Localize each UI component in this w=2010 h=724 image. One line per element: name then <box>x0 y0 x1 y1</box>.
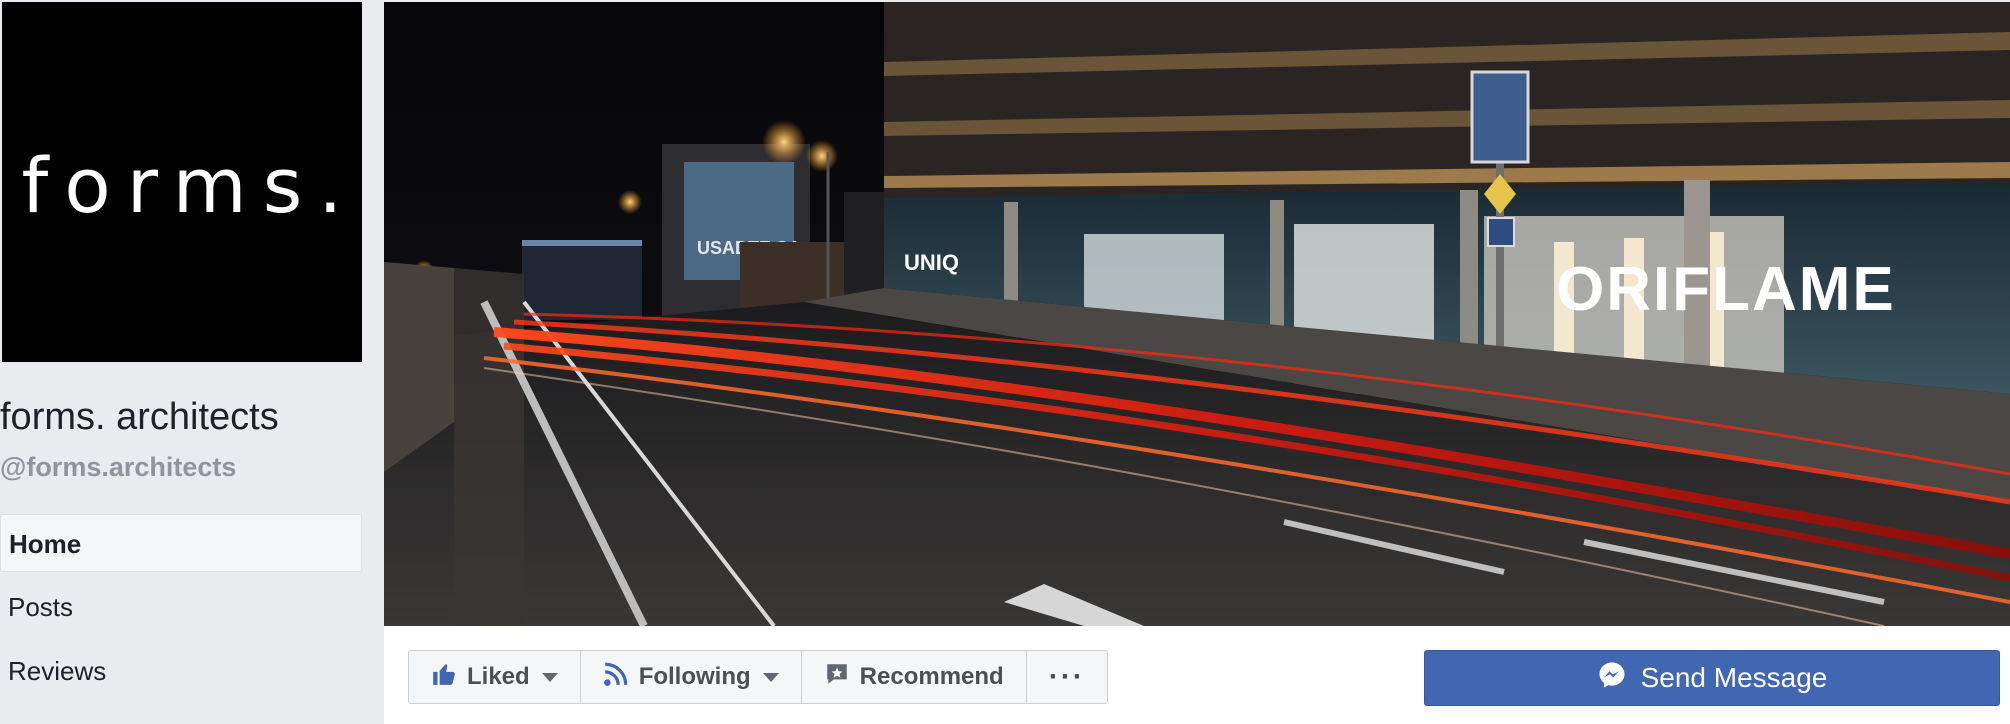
chevron-down-icon <box>541 672 558 682</box>
page-title[interactable]: forms. architects <box>0 396 279 439</box>
cover-photo-illustration: USADTE SA <box>384 2 2010 626</box>
messenger-icon <box>1597 660 1627 697</box>
page-action-bar: Liked Following Recommend ··· Send Messa… <box>384 626 2010 724</box>
nav-item-home[interactable]: Home <box>0 514 362 572</box>
liked-button[interactable]: Liked <box>409 651 581 703</box>
more-dots-icon: ··· <box>1048 660 1085 693</box>
cover-photo[interactable]: USADTE SA <box>384 2 2010 626</box>
facebook-page: forms. forms. architects @forms.architec… <box>0 0 2010 724</box>
uniq-sign: UNIQ <box>904 250 959 275</box>
profile-logo-text: forms. <box>21 140 359 230</box>
following-label: Following <box>638 663 751 690</box>
following-button[interactable]: Following <box>581 651 802 703</box>
more-options-button[interactable]: ··· <box>1027 651 1107 703</box>
liked-label: Liked <box>467 663 530 690</box>
send-message-label: Send Message <box>1640 662 1828 693</box>
profile-picture[interactable]: forms. <box>2 2 362 362</box>
nav-item-reviews[interactable]: Reviews <box>0 642 362 700</box>
left-column: forms. forms. architects @forms.architec… <box>0 0 384 724</box>
recommend-label: Recommend <box>859 663 1004 690</box>
oriflame-sign: ORIFLAME <box>1556 255 1896 324</box>
nav-item-posts[interactable]: Posts <box>0 578 362 636</box>
review-star-icon <box>824 661 850 694</box>
action-button-group: Liked Following Recommend ··· <box>408 650 1108 704</box>
thumbs-up-icon <box>431 661 457 694</box>
rss-icon <box>603 661 629 694</box>
chevron-down-icon <box>762 672 779 682</box>
send-message-button[interactable]: Send Message <box>1424 650 2000 706</box>
recommend-button[interactable]: Recommend <box>802 651 1027 703</box>
page-nav: Home Posts Reviews <box>0 514 362 706</box>
page-handle[interactable]: @forms.architects <box>0 452 236 483</box>
